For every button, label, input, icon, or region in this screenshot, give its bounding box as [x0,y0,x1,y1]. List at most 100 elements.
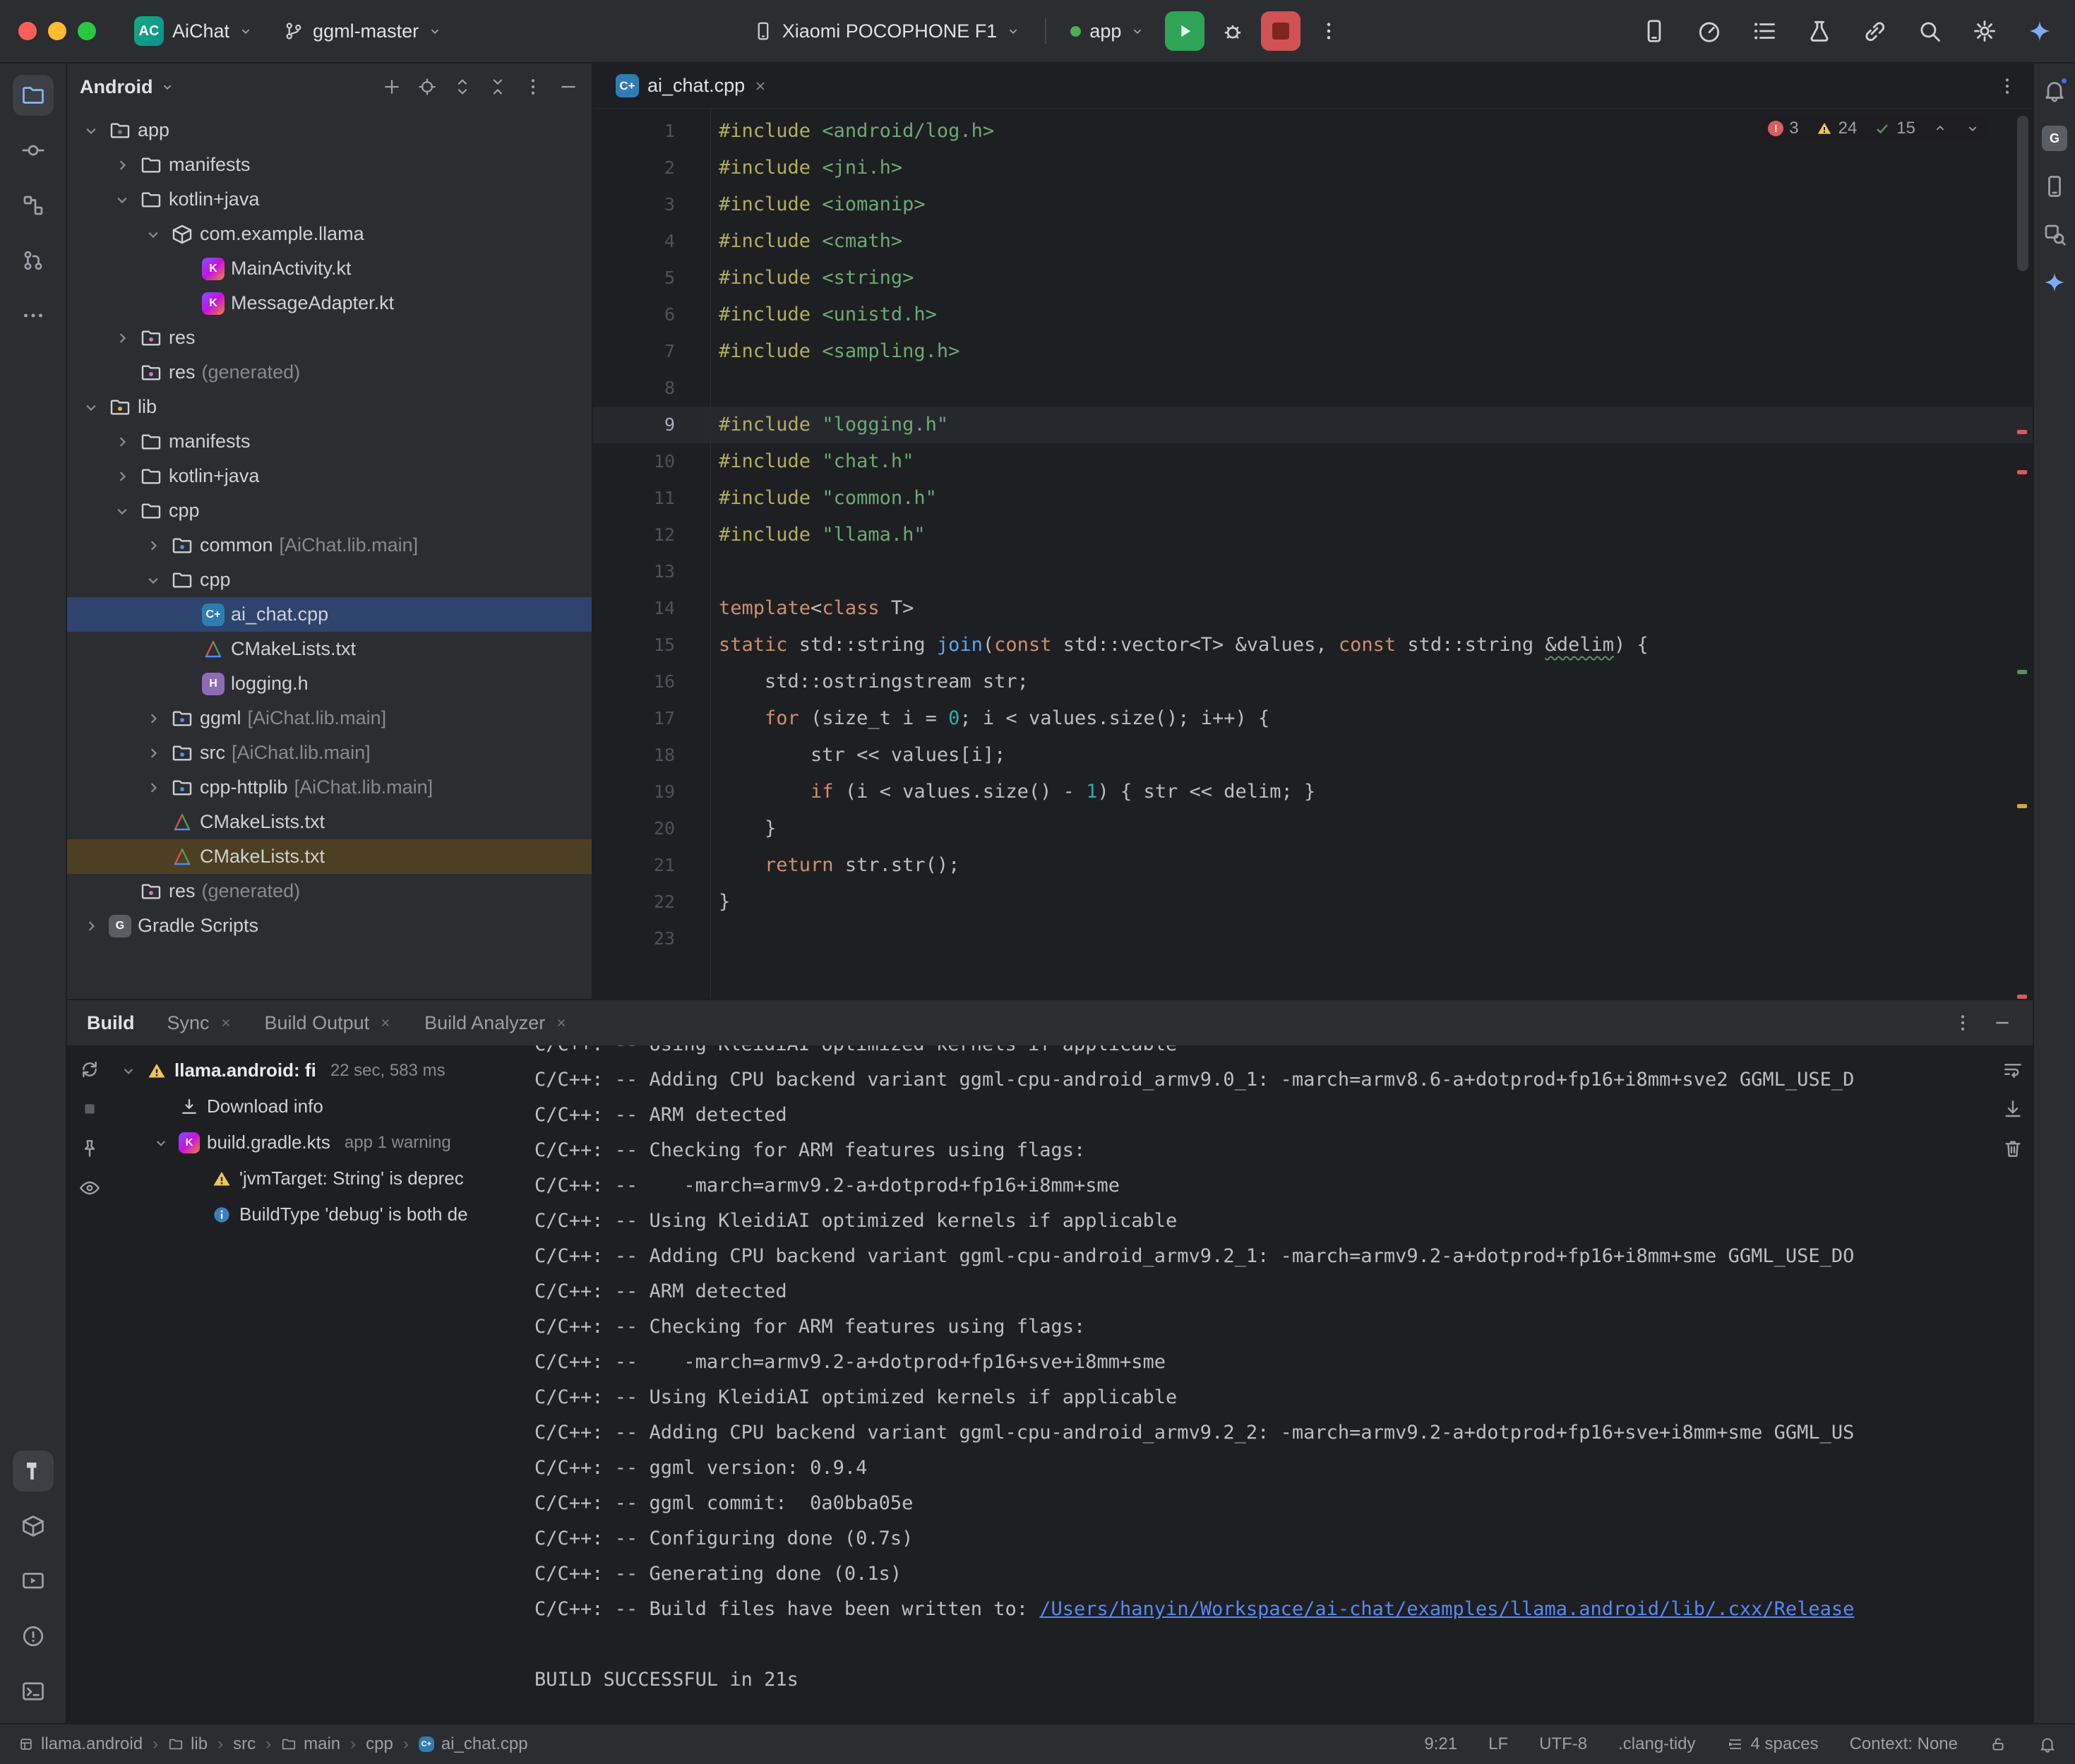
pin-button[interactable] [78,1137,101,1160]
indent-config[interactable]: 4 spaces [1727,1734,1819,1754]
code-line[interactable]: 20 } [593,810,2033,847]
line-number[interactable]: 6 [593,296,699,333]
breadcrumb-item[interactable]: llama.android [18,1734,143,1754]
breadcrumb-item[interactable]: main [281,1734,340,1754]
debug-button[interactable] [1214,13,1251,49]
passed-count[interactable]: 15 [1874,119,1915,138]
chevron-right-icon[interactable] [142,743,165,763]
error-mark[interactable] [2017,470,2027,474]
line-number[interactable]: 17 [593,700,699,737]
file-encoding[interactable]: UTF-8 [1539,1734,1587,1754]
hide-panel-button[interactable] [558,76,579,97]
build-tree-item[interactable]: Download info [112,1088,526,1124]
rerun-button[interactable] [78,1058,101,1081]
build-variants-button[interactable] [1747,14,1781,48]
project-tree-item[interactable]: Hlogging.h [67,666,592,701]
project-selector[interactable]: AC AiChat [124,11,263,52]
minimize-window-button[interactable] [48,22,66,40]
project-view-selector[interactable]: Android [80,76,153,98]
build-tree-item[interactable]: BuildType 'debug' is both de [112,1196,526,1232]
project-tree-item[interactable]: C+ai_chat.cpp [67,597,592,632]
build-tree-item[interactable]: llama.android: fi22 sec, 583 ms [112,1052,526,1088]
chevron-right-icon[interactable] [111,467,133,486]
build-console[interactable]: C/C++: -- Using KleidiAI optimized kerne… [526,1045,2033,1723]
project-tree-item[interactable]: cpp [67,563,592,597]
line-number[interactable]: 22 [593,884,699,920]
code-line[interactable]: 7#include <sampling.h> [593,333,2033,370]
code-line[interactable]: 6#include <unistd.h> [593,296,2033,333]
build-options-button[interactable] [1952,1012,1973,1033]
project-tree-item[interactable]: CMakeLists.txt [67,805,592,839]
profiler-button[interactable] [1692,14,1726,48]
code-line[interactable]: 22} [593,884,2033,920]
breadcrumb-item[interactable]: cpp [366,1734,393,1754]
zoom-window-button[interactable] [78,22,96,40]
add-button[interactable] [381,76,402,97]
build-tab-build-analyzer[interactable]: Build Analyzer [424,1012,568,1034]
breadcrumb-item[interactable]: src [233,1734,256,1754]
more-options-button[interactable] [522,76,544,97]
editor-tab[interactable]: C+ ai_chat.cpp [600,64,783,108]
code-line[interactable]: 3#include <iomanip> [593,186,2033,223]
code-line[interactable]: 18 str << values[i]; [593,737,2033,774]
code-line[interactable]: 8 [593,370,2033,407]
run-config-selector[interactable]: app [1060,15,1155,48]
structure-tool-button[interactable] [13,185,54,226]
code-line[interactable]: 10#include "chat.h" [593,443,2033,480]
project-tree-item[interactable]: lib [67,390,592,424]
build-tab-build-output[interactable]: Build Output [265,1012,393,1034]
build-tree-item[interactable]: 'jvmTarget: String' is deprec [112,1160,526,1196]
gemini-button[interactable] [2023,14,2057,48]
scroll-to-end-button[interactable] [2002,1098,2024,1120]
clang-tidy-profile[interactable]: .clang-tidy [1618,1734,1695,1754]
project-tree-item[interactable]: com.example.llama [67,217,592,251]
code-line[interactable]: 12#include "llama.h" [593,517,2033,553]
context-indicator[interactable]: Context: None [1850,1734,1958,1754]
code-area[interactable]: 1#include <android/log.h>2#include <jni.… [593,109,2033,999]
assistant-tool-button[interactable] [2038,265,2071,299]
notifications-icon[interactable] [2038,1735,2057,1753]
line-number[interactable]: 16 [593,664,699,700]
code-line[interactable]: 13 [593,553,2033,590]
terminal-tool-button[interactable] [13,1671,54,1712]
problems-tool-button[interactable] [13,1616,54,1657]
project-tree-item[interactable]: manifests [67,424,592,459]
previous-problem-icon[interactable] [1932,121,1948,136]
gradle-tool-button[interactable]: G [2038,121,2071,155]
line-number[interactable]: 11 [593,480,699,517]
close-window-button[interactable] [18,22,37,40]
clear-all-button[interactable] [2002,1137,2024,1160]
build-tree-item[interactable]: Kbuild.gradle.ktsapp 1 warning [112,1124,526,1160]
stop-button[interactable] [1261,11,1300,51]
line-number[interactable]: 14 [593,590,699,627]
project-tree-item[interactable]: common [AiChat.lib.main] [67,528,592,563]
project-tool-button[interactable] [13,75,54,116]
chevron-down-icon[interactable] [150,1134,172,1152]
code-line[interactable]: 2#include <jni.h> [593,150,2033,186]
line-number[interactable]: 13 [593,553,699,590]
breadcrumb-item[interactable]: lib [168,1734,208,1754]
editor-options-button[interactable] [1989,68,2026,104]
notifications-tool-button[interactable] [2038,73,2071,107]
code-line[interactable]: 5#include <string> [593,260,2033,296]
error-mark[interactable] [2017,430,2027,434]
project-tree-item[interactable]: kotlin+java [67,459,592,493]
line-number[interactable]: 5 [593,260,699,296]
chevron-right-icon[interactable] [142,778,165,798]
project-tree-item[interactable]: res (generated) [67,874,592,908]
code-line[interactable]: 4#include <cmath> [593,223,2033,260]
chevron-right-icon[interactable] [142,536,165,556]
project-tree-item[interactable]: cpp-httplib [AiChat.lib.main] [67,770,592,805]
pair-devices-button[interactable] [1637,14,1671,48]
link-button[interactable] [1858,14,1891,48]
line-number[interactable]: 12 [593,517,699,553]
console-link[interactable]: /Users/hanyin/Workspace/ai-chat/examples… [1039,1598,1854,1620]
line-number[interactable]: 15 [593,627,699,664]
settings-button[interactable] [1968,14,2002,48]
preview-button[interactable] [78,1177,101,1199]
code-line[interactable]: 11#include "common.h" [593,480,2033,517]
build-window-title[interactable]: Build [87,1012,135,1034]
app-inspection-tool-button[interactable] [2038,217,2071,251]
chevron-right-icon[interactable] [80,916,102,936]
close-tab-icon[interactable] [379,1016,392,1029]
